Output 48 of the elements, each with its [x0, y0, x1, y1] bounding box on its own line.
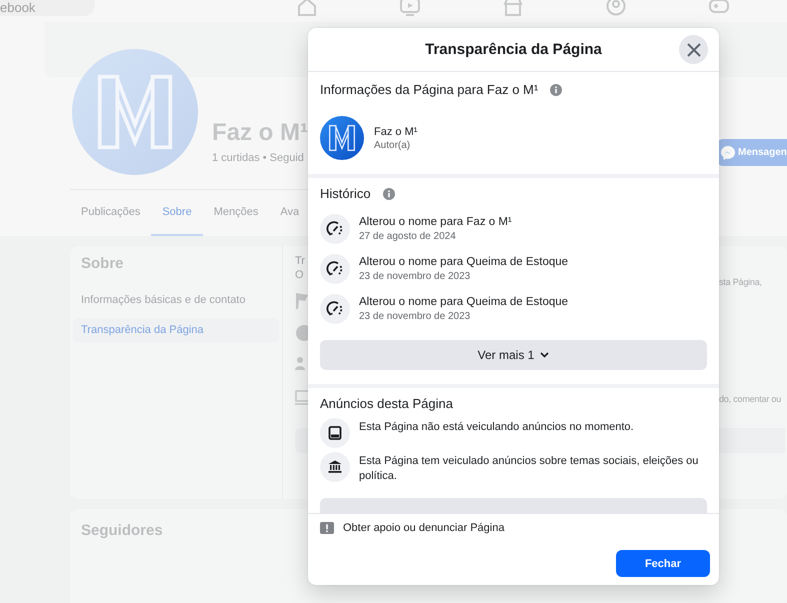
about-menu-item[interactable]: Informações básicas e de contato	[73, 288, 279, 312]
chevron-down-icon	[540, 352, 550, 358]
history-text: Alterou o nome para Faz o M¹	[359, 215, 512, 230]
home-icon[interactable]	[296, 0, 318, 16]
ads-text: Esta Página tem veiculado anúncios sobre temas sociais, eleições ou política.	[359, 454, 699, 484]
history-date: 27 de agosto de 2024	[359, 230, 457, 243]
section-text: do, comentar ou	[719, 393, 782, 405]
edit-history-icon	[320, 294, 350, 324]
section-title: Tr	[295, 254, 306, 268]
dialog-title: Transparência da Página	[425, 41, 602, 58]
profile-tab[interactable]: Menções	[202, 190, 270, 236]
info-icon[interactable]	[382, 188, 395, 200]
screen-icon	[320, 418, 350, 448]
search-field[interactable]: ebook	[0, 0, 95, 16]
video-icon[interactable]	[399, 0, 421, 16]
profile-tab[interactable]: Ava	[269, 190, 310, 236]
ads-text: Esta Página não está veiculando anúncios no momento.	[359, 420, 635, 435]
section-heading: Informações da Página para Faz o M¹	[320, 81, 538, 99]
gamepad-icon[interactable]	[708, 0, 730, 16]
history-date: 23 de novembro de 2023	[359, 310, 472, 323]
edit-history-icon	[320, 214, 350, 244]
page-role: Autor(a)	[374, 138, 412, 152]
close-icon	[686, 42, 700, 56]
history-text: Alterou o nome para Queima de Estoque	[359, 295, 568, 310]
laptop-icon	[295, 388, 309, 406]
history-text: Alterou o nome para Queima de Estoque	[359, 255, 568, 270]
close-button[interactable]	[679, 35, 708, 64]
history-date: 23 de novembro de 2023	[359, 270, 472, 283]
profile-tab[interactable]: Sobre	[151, 190, 203, 236]
edit-history-icon	[320, 254, 350, 284]
people-icon[interactable]	[605, 0, 627, 16]
alert-icon	[320, 522, 334, 534]
about-menu-item[interactable]: Transparência da Página	[73, 318, 279, 342]
messenger-icon	[720, 144, 736, 160]
bank-icon	[320, 452, 350, 482]
report-link[interactable]: Obter apoio ou denunciar Página	[320, 514, 504, 542]
profile-tab[interactable]: Publicações	[70, 190, 152, 236]
info-icon[interactable]	[550, 84, 562, 96]
section-heading: Anúncios desta Página	[320, 395, 453, 413]
section-heading: Histórico	[320, 185, 371, 203]
see-more-button[interactable]: Ver mais 1	[320, 340, 707, 370]
page-stats: 1 curtidas • Seguid	[212, 151, 305, 166]
close-dialog-button[interactable]: Fechar	[616, 550, 710, 577]
page-name: Faz o M¹	[374, 124, 418, 138]
section-text: O	[295, 268, 305, 282]
message-button[interactable]: Mensagen	[717, 139, 787, 166]
store-icon[interactable]	[502, 0, 524, 16]
section-text: sta Página,	[719, 276, 763, 288]
